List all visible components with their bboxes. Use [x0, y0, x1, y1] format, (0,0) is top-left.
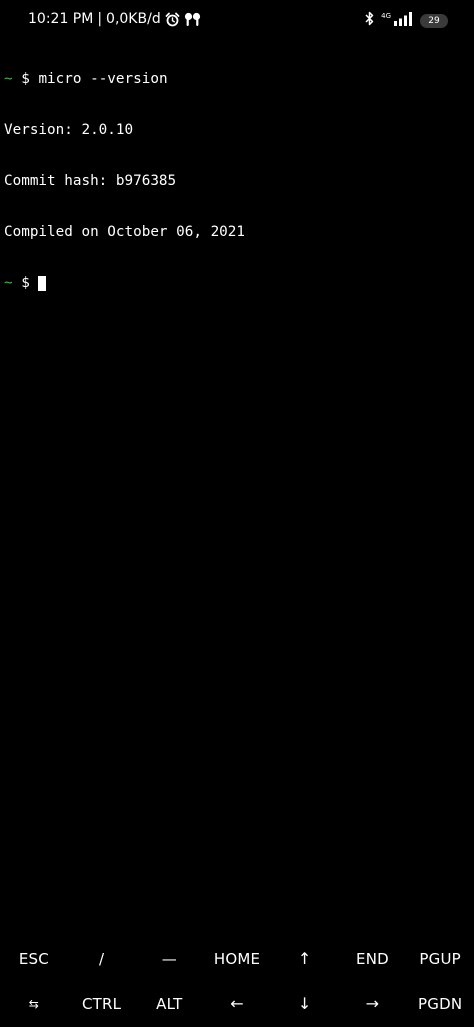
network-type: 4G [381, 11, 391, 20]
arrow-left-key[interactable]: ← [203, 981, 271, 1026]
extra-keys-row-1: ESC / — HOME ↑ END PGUP [0, 936, 474, 981]
status-separator: | [97, 11, 103, 27]
tab-key[interactable]: ⇆ [0, 981, 68, 1026]
alt-key[interactable]: ALT [135, 981, 203, 1026]
extra-keys-row-2: ⇆ CTRL ALT ← ↓ → PGDN [0, 981, 474, 1026]
prompt-tilde: ~ [4, 275, 13, 291]
terminal-input-line[interactable]: ~ $ [4, 275, 470, 292]
signal-bars-icon [394, 11, 414, 30]
pgup-key[interactable]: PGUP [406, 936, 474, 981]
terminal-output-line: Commit hash: b976385 [4, 173, 177, 189]
status-data-rate: 0,0KB/d [106, 11, 161, 27]
arrow-right-key[interactable]: → [339, 981, 407, 1026]
earbuds-icon [184, 12, 201, 27]
extra-keys-bar: ESC / — HOME ↑ END PGUP ⇆ CTRL ALT ← ↓ →… [0, 936, 474, 1027]
bluetooth-icon [364, 11, 375, 30]
home-key[interactable]: HOME [203, 936, 271, 981]
terminal-cursor [38, 276, 47, 291]
arrow-up-key[interactable]: ↑ [271, 936, 339, 981]
arrow-down-key[interactable]: ↓ [271, 981, 339, 1026]
battery-indicator: 29 [420, 13, 448, 28]
prompt-dollar: $ [21, 71, 30, 87]
terminal-command-line: ~ $ micro --version [4, 71, 470, 88]
terminal-command-text: micro --version [38, 71, 168, 87]
prompt-dollar: $ [21, 275, 30, 291]
terminal-output[interactable]: ~ $ micro --version Version: 2.0.10 Comm… [4, 37, 470, 309]
status-bar: 10:21 PM | 0,0KB/d 4G 29 [0, 0, 474, 40]
prompt-tilde: ~ [4, 71, 13, 87]
esc-key[interactable]: ESC [0, 936, 68, 981]
status-right: 4G 29 [364, 11, 448, 30]
alarm-clock-icon [165, 12, 180, 27]
ctrl-key[interactable]: CTRL [68, 981, 136, 1026]
terminal-output-line: Version: 2.0.10 [4, 122, 134, 138]
pgdn-key[interactable]: PGDN [406, 981, 474, 1026]
status-time: 10:21 PM [28, 11, 94, 27]
terminal-output-line: Compiled on October 06, 2021 [4, 224, 246, 240]
slash-key[interactable]: / [68, 936, 136, 981]
end-key[interactable]: END [339, 936, 407, 981]
status-left: 10:21 PM | 0,0KB/d [28, 11, 201, 27]
dash-key[interactable]: — [135, 936, 203, 981]
